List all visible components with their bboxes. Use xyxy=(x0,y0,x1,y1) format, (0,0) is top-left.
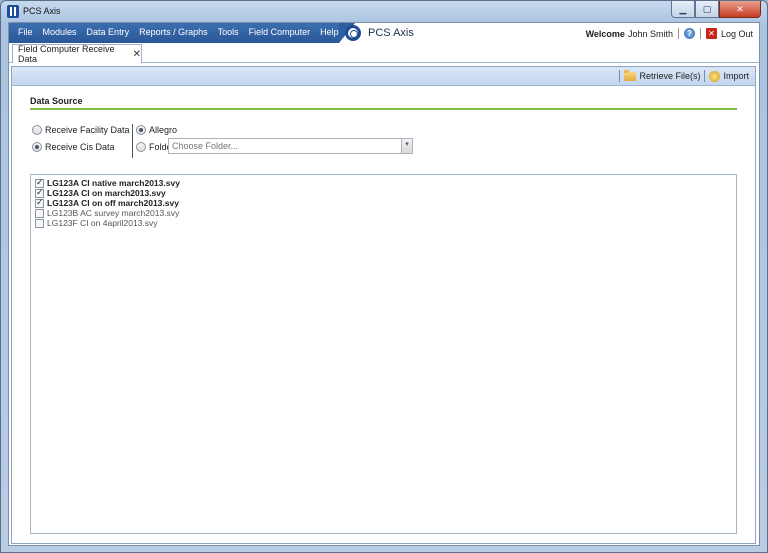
user-area: Welcome John Smith ? ✕ Log Out xyxy=(586,28,753,39)
menu-bar: File Modules Data Entry Reports / Graphs… xyxy=(9,23,759,43)
import-icon xyxy=(709,70,721,82)
file-name: LG123B AC survey march2013.svy xyxy=(47,208,180,218)
app-window: PCS Axis ▁ ▢ ✕ File Modules Data Entry R… xyxy=(0,0,768,553)
title-bar[interactable]: PCS Axis ▁ ▢ ✕ xyxy=(1,1,767,22)
source-separator xyxy=(132,124,133,158)
user-name: John Smith xyxy=(627,28,673,39)
menu-file[interactable]: File xyxy=(13,27,38,37)
tab-label: Field Computer Receive Data xyxy=(18,44,115,64)
separator xyxy=(677,28,679,39)
close-button[interactable]: ✕ xyxy=(719,1,761,18)
menu-tools[interactable]: Tools xyxy=(213,27,244,37)
retrieve-files-label: Retrieve File(s) xyxy=(639,71,701,81)
tab-close-icon[interactable]: ✕ xyxy=(133,49,141,60)
radio-button[interactable] xyxy=(136,125,146,135)
list-item[interactable]: LG123F CI on 4april2013.svy xyxy=(35,218,158,228)
help-icon[interactable]: ? xyxy=(683,28,695,39)
menu-modules[interactable]: Modules xyxy=(38,27,82,37)
separator xyxy=(704,70,706,82)
folder-combo[interactable]: ▾ xyxy=(168,138,413,154)
list-item[interactable]: LG123A CI native march2013.svy xyxy=(35,177,180,188)
menu-help[interactable]: Help xyxy=(315,27,344,37)
menu-band: File Modules Data Entry Reports / Graphs… xyxy=(9,23,355,43)
separator xyxy=(699,28,701,39)
receive-data-panel: Retrieve File(s) Import Data Source Rece… xyxy=(11,66,756,544)
import-button[interactable]: Import xyxy=(709,70,749,82)
file-list[interactable]: LG123A CI native march2013.svy LG123A CI… xyxy=(30,174,737,534)
list-item[interactable]: LG123B AC survey march2013.svy xyxy=(35,208,179,218)
folder-input[interactable] xyxy=(169,139,399,153)
list-item[interactable]: LG123A CI on march2013.svy xyxy=(35,187,166,198)
window-controls: ▁ ▢ ✕ xyxy=(671,1,761,18)
menu-field-computer[interactable]: Field Computer xyxy=(244,27,316,37)
import-label: Import xyxy=(723,71,749,81)
minimize-button[interactable]: ▁ xyxy=(671,1,695,18)
client-area: File Modules Data Entry Reports / Graphs… xyxy=(8,22,760,546)
radio-button[interactable] xyxy=(32,142,42,152)
toolbar-actions: Retrieve File(s) Import xyxy=(615,69,749,82)
welcome-label: Welcome xyxy=(585,28,625,39)
list-item[interactable]: LG123A CI on off march2013.svy xyxy=(35,197,179,208)
file-name: LG123A CI on march2013.svy xyxy=(47,188,166,198)
menu-reports-graphs[interactable]: Reports / Graphs xyxy=(134,27,213,37)
tab-field-computer-receive-data[interactable]: Field Computer Receive Data ✕ xyxy=(12,44,142,64)
menu-items: File Modules Data Entry Reports / Graphs… xyxy=(13,27,344,37)
section-title-data-source: Data Source xyxy=(30,96,83,106)
tab-strip: Field Computer Receive Data ✕ xyxy=(9,43,759,64)
file-name: LG123A CI on off march2013.svy xyxy=(47,198,179,208)
combo-dropdown-button[interactable]: ▾ xyxy=(401,139,412,153)
retrieve-files-button[interactable]: Retrieve File(s) xyxy=(624,69,701,81)
menu-data-entry[interactable]: Data Entry xyxy=(82,27,135,37)
logout-link[interactable]: Log Out xyxy=(721,29,753,39)
maximize-button[interactable]: ▢ xyxy=(695,1,719,18)
app-logo-icon xyxy=(7,5,19,18)
radio-receive-cis-data[interactable]: Receive Cis Data xyxy=(32,142,115,152)
brand-gear-icon xyxy=(345,25,361,41)
radio-allegro[interactable]: Allegro xyxy=(136,125,177,135)
checkbox[interactable] xyxy=(35,218,44,228)
radio-label: Allegro xyxy=(149,125,178,135)
toolbar: Retrieve File(s) Import xyxy=(12,67,755,86)
file-name: LG123F CI on 4april2013.svy xyxy=(47,218,158,228)
logout-icon[interactable]: ✕ xyxy=(705,28,717,39)
radio-receive-facility-data[interactable]: Receive Facility Data xyxy=(32,125,130,135)
folder-open-icon xyxy=(624,69,637,81)
window-title: PCS Axis xyxy=(23,6,61,16)
separator xyxy=(619,70,621,82)
radio-label: Receive Facility Data xyxy=(45,125,130,135)
checkbox[interactable] xyxy=(35,197,44,208)
radio-button[interactable] xyxy=(136,142,146,152)
radio-button[interactable] xyxy=(32,125,42,135)
brand: PCS Axis xyxy=(345,25,414,41)
section-divider xyxy=(30,108,737,110)
file-name: LG123A CI native march2013.svy xyxy=(47,178,180,188)
brand-name: PCS Axis xyxy=(368,27,414,39)
radio-label: Receive Cis Data xyxy=(45,142,115,152)
checkbox[interactable] xyxy=(35,208,44,218)
